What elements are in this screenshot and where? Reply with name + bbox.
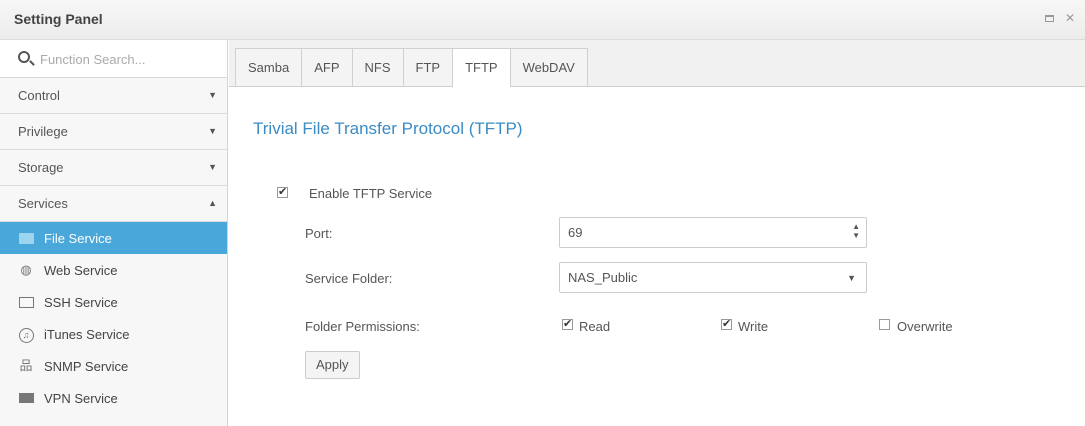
port-label: Port: [305, 226, 333, 241]
tftp-settings: Trivial File Transfer Protocol (TFTP) ✔ … [229, 87, 1085, 426]
tab-nfs[interactable]: NFS [351, 48, 403, 87]
sidebar-item-label: iTunes Service [44, 327, 130, 342]
service-folder-select[interactable]: NAS_Public ▼ [559, 262, 867, 293]
sidebar-item-label: SNMP Service [44, 359, 129, 374]
search-input[interactable] [40, 49, 210, 69]
tab-webdav[interactable]: WebDAV [509, 48, 588, 87]
globe-icon: ◍ [20, 262, 32, 277]
sidebar-item-file-service[interactable]: File Service [0, 222, 227, 254]
tab-ftp[interactable]: FTP [402, 48, 453, 87]
restore-icon[interactable] [1037, 11, 1054, 25]
port-value: 69 [568, 225, 583, 240]
sidebar-item-snmp-service[interactable]: 品 SNMP Service [0, 350, 227, 382]
terminal-icon [18, 294, 34, 310]
write-label: Write [738, 319, 769, 334]
window-controls: ✕ [1029, 11, 1075, 25]
overwrite-checkbox[interactable] [879, 319, 890, 330]
folder-permissions-label: Folder Permissions: [305, 319, 420, 334]
tab-bar: Samba AFP NFS FTP TFTP WebDAV [229, 40, 1085, 88]
category-label: Privilege [18, 124, 68, 139]
category-label: Storage [18, 160, 64, 175]
chevron-down-icon: ▼ [208, 90, 217, 100]
apply-button[interactable]: Apply [305, 351, 360, 379]
sidebar-category-services[interactable]: Services ▲ [0, 186, 227, 222]
write-checkbox[interactable]: ✔ [721, 319, 732, 330]
sidebar-category-privilege[interactable]: Privilege ▼ [0, 114, 227, 150]
tab-samba[interactable]: Samba [235, 48, 302, 87]
category-label: Services [18, 196, 68, 211]
overwrite-label: Overwrite [897, 319, 953, 334]
settings-window: Setting Panel ✕ Control ▼ Privilege ▼ St… [0, 0, 1085, 426]
music-icon: ♫ [18, 326, 34, 343]
service-folder-value: NAS_Public [568, 270, 638, 285]
tab-tftp[interactable]: TFTP [452, 48, 510, 88]
sidebar-item-vpn-service[interactable]: VPN Service [0, 382, 227, 414]
folder-icon [18, 230, 34, 246]
function-search [0, 40, 227, 78]
window-title: Setting Panel [14, 11, 103, 27]
close-icon[interactable]: ✕ [1065, 11, 1075, 25]
read-checkbox[interactable]: ✔ [562, 319, 573, 330]
sidebar-item-itunes-service[interactable]: ♫ iTunes Service [0, 318, 227, 350]
sidebar-item-ssh-service[interactable]: SSH Service [0, 286, 227, 318]
sidebar-category-control[interactable]: Control ▼ [0, 78, 227, 114]
main-panel: Samba AFP NFS FTP TFTP WebDAV Trivial Fi… [229, 40, 1085, 426]
service-folder-label: Service Folder: [305, 271, 393, 286]
chevron-down-icon: ▼ [208, 162, 217, 172]
chevron-down-icon: ▼ [847, 273, 856, 283]
vpn-icon [18, 390, 34, 406]
sidebar-item-web-service[interactable]: ◍ Web Service [0, 254, 227, 286]
sidebar-item-label: SSH Service [44, 295, 118, 310]
page-title: Trivial File Transfer Protocol (TFTP) [253, 119, 523, 138]
port-stepper[interactable]: 69 ▲ ▼ [559, 217, 867, 248]
sidebar-category-storage[interactable]: Storage ▼ [0, 150, 227, 186]
network-icon: 品 [19, 358, 33, 373]
read-label: Read [579, 319, 611, 334]
sidebar-item-label: File Service [44, 231, 112, 246]
category-label: Control [18, 88, 60, 103]
chevron-down-icon: ▼ [208, 126, 217, 136]
enable-tftp-checkbox[interactable]: ✔ [277, 187, 288, 198]
sidebar: Control ▼ Privilege ▼ Storage ▼ Services… [0, 40, 228, 426]
sidebar-item-label: Web Service [44, 263, 118, 278]
chevron-up-icon: ▲ [208, 198, 217, 208]
search-icon [18, 51, 30, 63]
spinner-icon[interactable]: ▲ ▼ [852, 222, 860, 240]
enable-tftp-label: Enable TFTP Service [309, 186, 433, 201]
tab-afp[interactable]: AFP [301, 48, 352, 87]
sidebar-item-label: VPN Service [44, 391, 118, 406]
title-bar: Setting Panel ✕ [0, 0, 1085, 40]
